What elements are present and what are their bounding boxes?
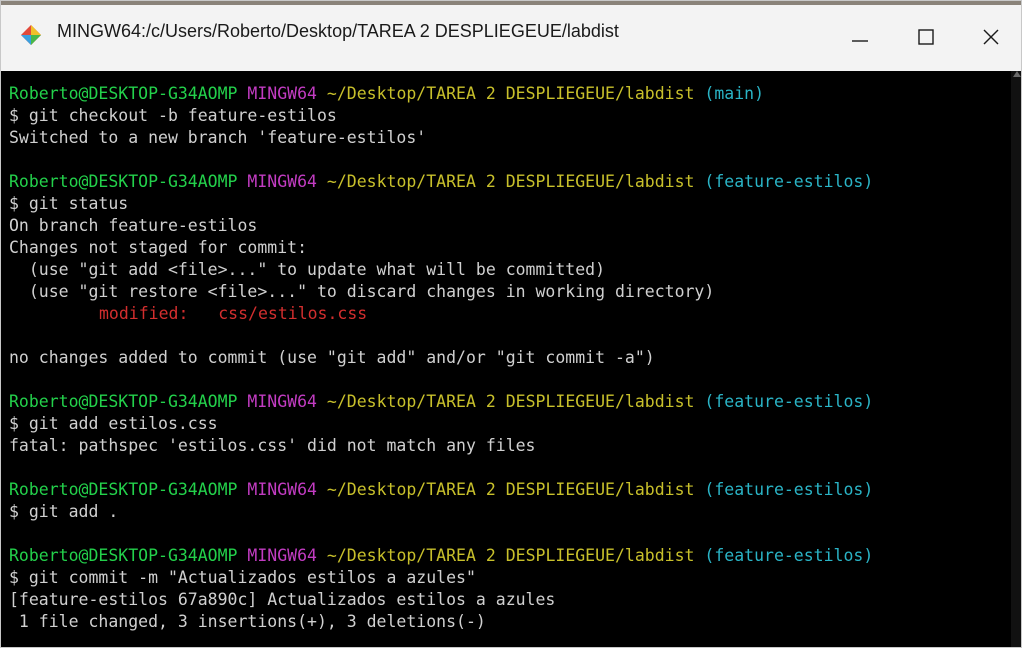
prompt-branch: (feature-estilos) (704, 172, 874, 191)
prompt-path: ~/Desktop/TAREA 2 DESPLIEGEUE/labdist (326, 546, 695, 565)
command-line: $ git commit -m "Actualizados estilos a … (9, 568, 476, 587)
title-bar[interactable]: MINGW64:/c/Users/Roberto/Desktop/TAREA 2… (1, 1, 1021, 71)
output-line: Changes not staged for commit: (9, 238, 308, 257)
prompt-line: Roberto@DESKTOP-G34AOMP MINGW64 ~/Deskto… (9, 171, 873, 193)
modified-label: modified: (99, 304, 219, 323)
output-line: no changes added to commit (use "git add… (9, 348, 655, 367)
prompt-host: MINGW64 (247, 84, 317, 103)
git-bash-diamond-icon (21, 25, 41, 45)
modified-file-line: modified: css/estilos.css (99, 303, 367, 325)
output-line: (use "git restore <file>..." to discard … (9, 282, 715, 301)
prompt-user: Roberto@DESKTOP-G34AOMP (9, 480, 238, 499)
output-line: [feature-estilos 67a890c] Actualizados e… (9, 590, 556, 609)
prompt-line: Roberto@DESKTOP-G34AOMP MINGW64 ~/Deskto… (9, 479, 873, 501)
command-line: $ git add . (9, 502, 119, 521)
prompt-branch: (feature-estilos) (704, 392, 874, 411)
scrollbar[interactable] (1011, 71, 1021, 647)
terminal-output[interactable]: Roberto@DESKTOP-G34AOMP MINGW64 ~/Deskto… (1, 71, 1011, 647)
prompt-user: Roberto@DESKTOP-G34AOMP (9, 546, 238, 565)
prompt-path: ~/Desktop/TAREA 2 DESPLIEGEUE/labdist (326, 480, 695, 499)
prompt-host: MINGW64 (247, 480, 317, 499)
maximize-button[interactable] (894, 5, 958, 71)
prompt-host: MINGW64 (247, 172, 317, 191)
maximize-icon (918, 29, 934, 45)
prompt-branch: (feature-estilos) (704, 480, 874, 499)
prompt-branch: (main) (704, 84, 765, 103)
modified-file: css/estilos.css (218, 304, 368, 323)
prompt-path: ~/Desktop/TAREA 2 DESPLIEGEUE/labdist (326, 84, 695, 103)
minimize-button[interactable] (828, 5, 892, 71)
prompt-line: Roberto@DESKTOP-G34AOMP MINGW64 ~/Deskto… (9, 83, 764, 105)
output-line: (use "git add <file>..." to update what … (9, 260, 606, 279)
prompt-path: ~/Desktop/TAREA 2 DESPLIEGEUE/labdist (326, 172, 695, 191)
prompt-path: ~/Desktop/TAREA 2 DESPLIEGEUE/labdist (326, 392, 695, 411)
output-line: 1 file changed, 3 insertions(+), 3 delet… (9, 612, 486, 631)
prompt-host: MINGW64 (247, 546, 317, 565)
prompt-line: Roberto@DESKTOP-G34AOMP MINGW64 ~/Deskto… (9, 391, 873, 413)
prompt-user: Roberto@DESKTOP-G34AOMP (9, 392, 238, 411)
prompt-line: Roberto@DESKTOP-G34AOMP MINGW64 ~/Deskto… (9, 545, 873, 567)
error-line: fatal: pathspec 'estilos.css' did not ma… (9, 436, 536, 455)
terminal-window: MINGW64:/c/Users/Roberto/Desktop/TAREA 2… (0, 0, 1022, 648)
window-title: MINGW64:/c/Users/Roberto/Desktop/TAREA 2… (57, 21, 619, 41)
prompt-user: Roberto@DESKTOP-G34AOMP (9, 84, 238, 103)
output-line: Switched to a new branch 'feature-estilo… (9, 128, 427, 147)
prompt-user: Roberto@DESKTOP-G34AOMP (9, 172, 238, 191)
close-icon (983, 29, 999, 45)
command-line: $ git checkout -b feature-estilos (9, 106, 337, 125)
scroll-up-arrow-icon[interactable] (1013, 71, 1021, 77)
command-line: $ git add estilos.css (9, 414, 218, 433)
minimize-icon (852, 40, 868, 42)
prompt-host: MINGW64 (247, 392, 317, 411)
close-button[interactable] (959, 5, 1021, 71)
prompt-branch: (feature-estilos) (704, 546, 874, 565)
command-line: $ git status (9, 194, 129, 213)
output-line: On branch feature-estilos (9, 216, 258, 235)
